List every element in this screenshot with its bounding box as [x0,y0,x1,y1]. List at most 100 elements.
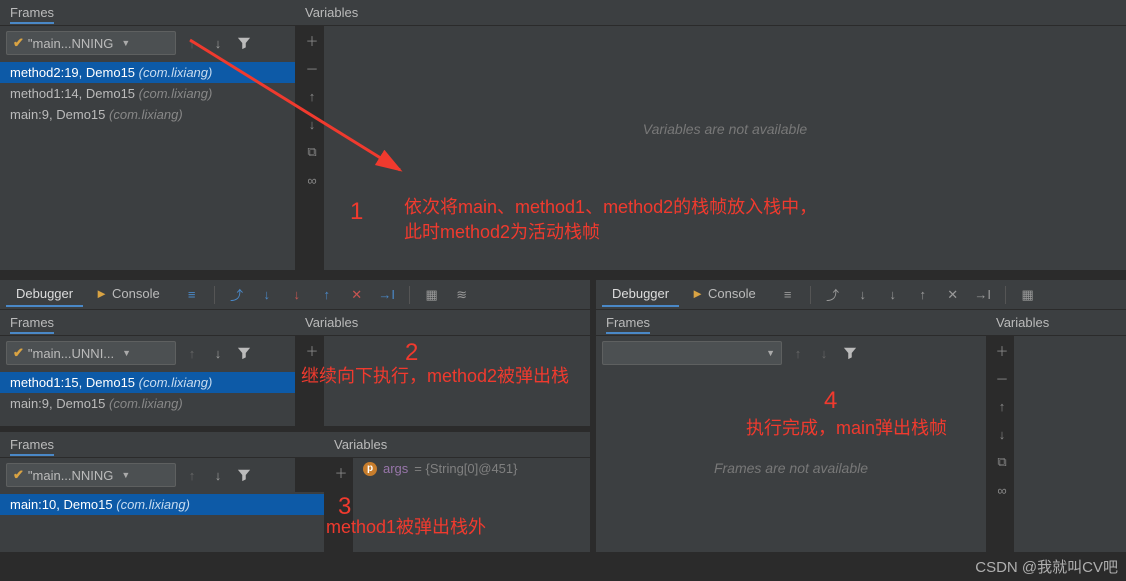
frame-item[interactable]: main:9, Demo15 (com.lixiang) [0,393,295,414]
check-icon: ✔ [13,345,24,361]
force-step-into-icon[interactable]: ↓ [883,285,903,305]
frame-pkg: (com.lixiang) [139,86,213,101]
frames-unavailable-msg: Frames are not available [596,460,986,476]
variables-label: Variables [334,437,387,452]
frames-toolbar-1: ✔ "main...NNING ▼ ↑ ↓ [0,26,295,60]
up-icon[interactable]: ↑ [302,86,322,106]
vars-side-toolbar-2: ＋ [300,340,324,360]
frames-label: Frames [10,437,54,456]
tab-debugger[interactable]: Debugger [6,282,83,307]
variable-row[interactable]: p args = {String[0]@451} [353,458,590,479]
frame-list-1: method2:19, Demo15 (com.lixiang) method1… [0,60,295,270]
evaluate-icon[interactable]: ▦ [422,285,442,305]
chevron-down-icon: ▼ [121,470,130,480]
copy-icon[interactable]: ⧉ [992,452,1012,472]
console-icon: ► [691,286,704,301]
plus-icon[interactable]: ＋ [992,340,1012,360]
glasses-icon[interactable]: ∞ [992,480,1012,500]
arrow-down-icon[interactable]: ↓ [208,33,228,53]
arrow-down-icon[interactable]: ↓ [208,465,228,485]
drop-frame-icon[interactable]: ✕ [347,285,367,305]
vars-content-2 [324,336,590,426]
step-out-icon[interactable]: ↑ [913,285,933,305]
step-over-icon[interactable]: ⤴ [823,285,843,305]
frame-pkg: (com.lixiang) [109,396,183,411]
minus-icon[interactable]: － [992,368,1012,388]
thread-dropdown-2[interactable]: ✔ "main...UNNI... ▼ [6,341,176,365]
thread-dropdown-1[interactable]: ✔ "main...NNING ▼ [6,31,176,55]
frame-item[interactable]: method1:15, Demo15 (com.lixiang) [0,372,295,393]
chevron-down-icon: ▼ [122,348,131,358]
separator [1005,286,1006,304]
vars-side-toolbar-3: ＋ [329,462,353,482]
frame-item[interactable]: method2:19, Demo15 (com.lixiang) [0,62,295,83]
step-over-icon[interactable]: ⤴ [227,285,247,305]
threads-icon[interactable]: ≡ [778,285,798,305]
tab-debugger[interactable]: Debugger [602,282,679,307]
arrow-up-icon[interactable]: ↑ [182,465,202,485]
arrow-up-icon[interactable]: ↑ [182,343,202,363]
filter-icon[interactable] [840,343,860,363]
thread-dropdown-3[interactable]: ✔ "main...NNING ▼ [6,463,176,487]
frames-header-3: Frames [0,432,324,458]
frames-content-4: Frames are not available [596,370,986,552]
variables-label: Variables [996,315,1049,330]
frames-label: Frames [10,5,54,24]
step-into-icon[interactable]: ↓ [853,285,873,305]
frame-item[interactable]: main:9, Demo15 (com.lixiang) [0,104,295,125]
watermark: CSDN @我就叫CV吧 [975,556,1118,577]
variables-header-1: Variables [295,0,1126,26]
frame-list-3: main:10, Demo15 (com.lixiang) [0,492,324,552]
filter-icon[interactable] [234,343,254,363]
drop-frame-icon[interactable]: ✕ [943,285,963,305]
chevron-down-icon: ▼ [121,38,130,48]
annotation-3: 3 [338,490,351,524]
run-to-cursor-icon[interactable]: →I [377,285,397,305]
vars-content-3: p args = {String[0]@451} [353,458,590,552]
frames-toolbar-3: ✔ "main...NNING ▼ ↑ ↓ [0,458,295,492]
arrow-up-icon[interactable]: ↑ [788,343,808,363]
frame-call: method2:19, Demo15 [10,65,135,80]
tab-console[interactable]: ► Console [85,282,170,307]
variables-header-2: Variables [295,310,590,336]
debug-icons-right: ≡ ⤴ ↓ ↓ ↑ ✕ →I ▦ [778,285,1038,305]
arrow-up-icon[interactable]: ↑ [182,33,202,53]
console-icon: ► [95,286,108,301]
step-out-icon[interactable]: ↑ [317,285,337,305]
frames-label: Frames [10,315,54,334]
frames-header-2: Frames [0,310,295,336]
frame-call: main:9, Demo15 [10,107,105,122]
thread-dropdown-4[interactable]: ▼ [602,341,782,365]
filter-icon[interactable] [234,465,254,485]
thread-label: "main...UNNI... [28,346,114,361]
glasses-icon[interactable]: ∞ [302,170,322,190]
vars-side-toolbar-4: ＋ － ↑ ↓ ⧉ ∞ [990,340,1014,500]
plus-icon[interactable]: ＋ [331,462,351,482]
chevron-down-icon: ▼ [766,348,775,358]
down-icon[interactable]: ↓ [992,424,1012,444]
trace-icon[interactable]: ≋ [452,285,472,305]
plus-icon[interactable]: ＋ [302,340,322,360]
run-to-cursor-icon[interactable]: →I [973,285,993,305]
tab-console[interactable]: ► Console [681,282,766,307]
filter-icon[interactable] [234,33,254,53]
down-icon[interactable]: ↓ [302,114,322,134]
frame-item[interactable]: main:10, Demo15 (com.lixiang) [0,494,324,515]
frame-item[interactable]: method1:14, Demo15 (com.lixiang) [0,83,295,104]
evaluate-icon[interactable]: ▦ [1018,285,1038,305]
separator [214,286,215,304]
minus-icon[interactable]: － [302,58,322,78]
frame-call: method1:14, Demo15 [10,86,135,101]
force-step-into-icon[interactable]: ↓ [287,285,307,305]
up-icon[interactable]: ↑ [992,396,1012,416]
debug-tab-bar-right: Debugger ► Console ≡ ⤴ ↓ ↓ ↑ ✕ →I ▦ [596,280,1126,310]
arrow-down-icon[interactable]: ↓ [208,343,228,363]
copy-icon[interactable]: ⧉ [302,142,322,162]
arrow-down-icon[interactable]: ↓ [814,343,834,363]
frame-pkg: (com.lixiang) [139,65,213,80]
step-into-icon[interactable]: ↓ [257,285,277,305]
frame-call: main:9, Demo15 [10,396,105,411]
plus-icon[interactable]: ＋ [302,30,322,50]
threads-icon[interactable]: ≡ [182,285,202,305]
frame-call: method1:15, Demo15 [10,375,135,390]
